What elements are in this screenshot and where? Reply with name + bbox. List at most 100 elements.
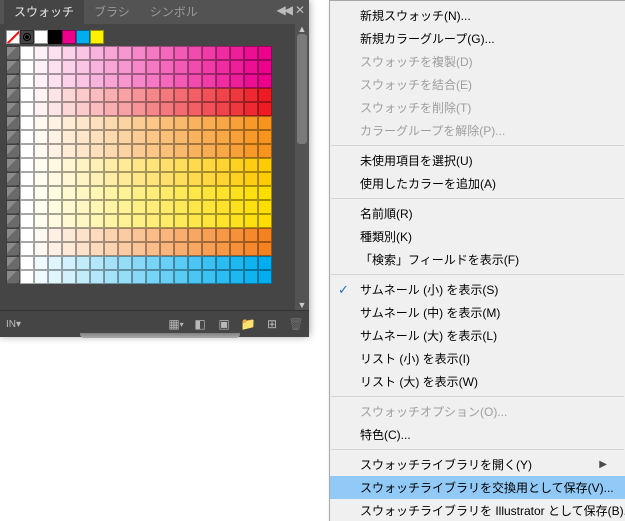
swatch-cell[interactable] — [258, 144, 272, 158]
swatch-cell[interactable] — [118, 186, 132, 200]
swatch-cell[interactable] — [90, 102, 104, 116]
swatch-cell[interactable] — [202, 144, 216, 158]
swatch-cell[interactable] — [48, 74, 62, 88]
swatch-cell[interactable] — [34, 172, 48, 186]
swatch-cell[interactable] — [202, 256, 216, 270]
swatch-cell[interactable] — [118, 60, 132, 74]
swatch-cyan[interactable] — [76, 30, 90, 44]
swatch-cell[interactable] — [118, 130, 132, 144]
menu-item[interactable]: スウォッチライブラリを Illustrator として保存(B)... — [330, 499, 625, 521]
swatch-cell[interactable] — [216, 116, 230, 130]
swatch-cell[interactable] — [76, 60, 90, 74]
swatch-cell[interactable] — [20, 130, 34, 144]
swatch-cell[interactable] — [132, 130, 146, 144]
swatch-cell[interactable] — [104, 60, 118, 74]
swatch-cell[interactable] — [62, 60, 76, 74]
swatch-cell[interactable] — [258, 130, 272, 144]
swatch-cell[interactable] — [34, 228, 48, 242]
swatch-cell[interactable] — [216, 74, 230, 88]
swatch-cell[interactable] — [258, 116, 272, 130]
swatch-cell[interactable] — [258, 158, 272, 172]
swatch-cell[interactable] — [216, 46, 230, 60]
swatch-group-folder[interactable] — [6, 102, 20, 116]
swatch-cell[interactable] — [188, 172, 202, 186]
swatch-cell[interactable] — [160, 270, 174, 284]
menu-item[interactable]: リスト (小) を表示(I) — [330, 347, 625, 370]
swatch-cell[interactable] — [202, 74, 216, 88]
swatch-cell[interactable] — [76, 88, 90, 102]
swatch-cell[interactable] — [202, 242, 216, 256]
new-folder-icon[interactable]: 📁 — [241, 317, 255, 331]
swatch-cell[interactable] — [258, 214, 272, 228]
swatch-cell[interactable] — [48, 186, 62, 200]
swatch-cell[interactable] — [230, 270, 244, 284]
swatch-cell[interactable] — [174, 158, 188, 172]
swatch-cell[interactable] — [174, 256, 188, 270]
swatch-registration[interactable] — [20, 30, 34, 44]
swatch-cell[interactable] — [48, 130, 62, 144]
swatch-cell[interactable] — [202, 172, 216, 186]
swatch-cell[interactable] — [104, 102, 118, 116]
swatch-cell[interactable] — [48, 158, 62, 172]
swatch-cell[interactable] — [62, 130, 76, 144]
swatch-cell[interactable] — [202, 60, 216, 74]
swatch-cell[interactable] — [230, 200, 244, 214]
swatch-cell[interactable] — [76, 214, 90, 228]
swatch-group-folder[interactable] — [6, 60, 20, 74]
menu-item[interactable]: サムネール (大) を表示(L) — [330, 324, 625, 347]
swatch-cell[interactable] — [62, 256, 76, 270]
swatch-cell[interactable] — [258, 102, 272, 116]
new-swatch-icon[interactable]: ⊞ — [265, 317, 279, 331]
swatch-cell[interactable] — [202, 214, 216, 228]
swatch-cell[interactable] — [174, 242, 188, 256]
swatch-cell[interactable] — [76, 200, 90, 214]
swatch-cell[interactable] — [118, 144, 132, 158]
swatch-cell[interactable] — [244, 130, 258, 144]
collapse-icon[interactable]: ◀◀ — [276, 3, 290, 17]
swatch-cell[interactable] — [230, 130, 244, 144]
swatch-cell[interactable] — [132, 60, 146, 74]
swatch-cell[interactable] — [34, 186, 48, 200]
swatch-cell[interactable] — [160, 242, 174, 256]
swatch-cell[interactable] — [76, 256, 90, 270]
menu-item[interactable]: 特色(C)... — [330, 423, 625, 446]
swatch-cell[interactable] — [62, 200, 76, 214]
swatch-cell[interactable] — [90, 242, 104, 256]
swatch-white[interactable] — [34, 30, 48, 44]
swatch-cell[interactable] — [20, 214, 34, 228]
swatch-cell[interactable] — [216, 186, 230, 200]
swatch-cell[interactable] — [34, 270, 48, 284]
swatch-cell[interactable] — [216, 144, 230, 158]
swatch-cell[interactable] — [62, 172, 76, 186]
swatch-cell[interactable] — [90, 228, 104, 242]
swatch-cell[interactable] — [118, 270, 132, 284]
swatch-cell[interactable] — [216, 130, 230, 144]
swatch-cell[interactable] — [104, 242, 118, 256]
swatch-cell[interactable] — [216, 200, 230, 214]
menu-item[interactable]: ✓サムネール (小) を表示(S) — [330, 278, 625, 301]
swatch-cell[interactable] — [118, 88, 132, 102]
swatch-cell[interactable] — [48, 116, 62, 130]
swatch-cell[interactable] — [146, 214, 160, 228]
swatch-cell[interactable] — [230, 172, 244, 186]
swatch-cell[interactable] — [174, 186, 188, 200]
swatch-cell[interactable] — [174, 214, 188, 228]
swatch-cell[interactable] — [90, 270, 104, 284]
swatch-cell[interactable] — [258, 270, 272, 284]
swatch-cell[interactable] — [20, 172, 34, 186]
tab-brushes[interactable]: ブラシ — [84, 0, 140, 24]
swatch-cell[interactable] — [230, 214, 244, 228]
swatch-cell[interactable] — [188, 158, 202, 172]
swatch-cell[interactable] — [104, 144, 118, 158]
swatch-cell[interactable] — [160, 214, 174, 228]
swatch-cell[interactable] — [230, 144, 244, 158]
swatch-cell[interactable] — [62, 270, 76, 284]
swatch-cell[interactable] — [160, 88, 174, 102]
scrollbar[interactable]: ▲ ▼ — [295, 24, 309, 310]
swatch-group-folder[interactable] — [6, 172, 20, 186]
swatch-cell[interactable] — [48, 214, 62, 228]
swatch-cell[interactable] — [230, 102, 244, 116]
swatch-cell[interactable] — [258, 256, 272, 270]
swatch-cell[interactable] — [146, 256, 160, 270]
menu-item[interactable]: リスト (大) を表示(W) — [330, 370, 625, 393]
